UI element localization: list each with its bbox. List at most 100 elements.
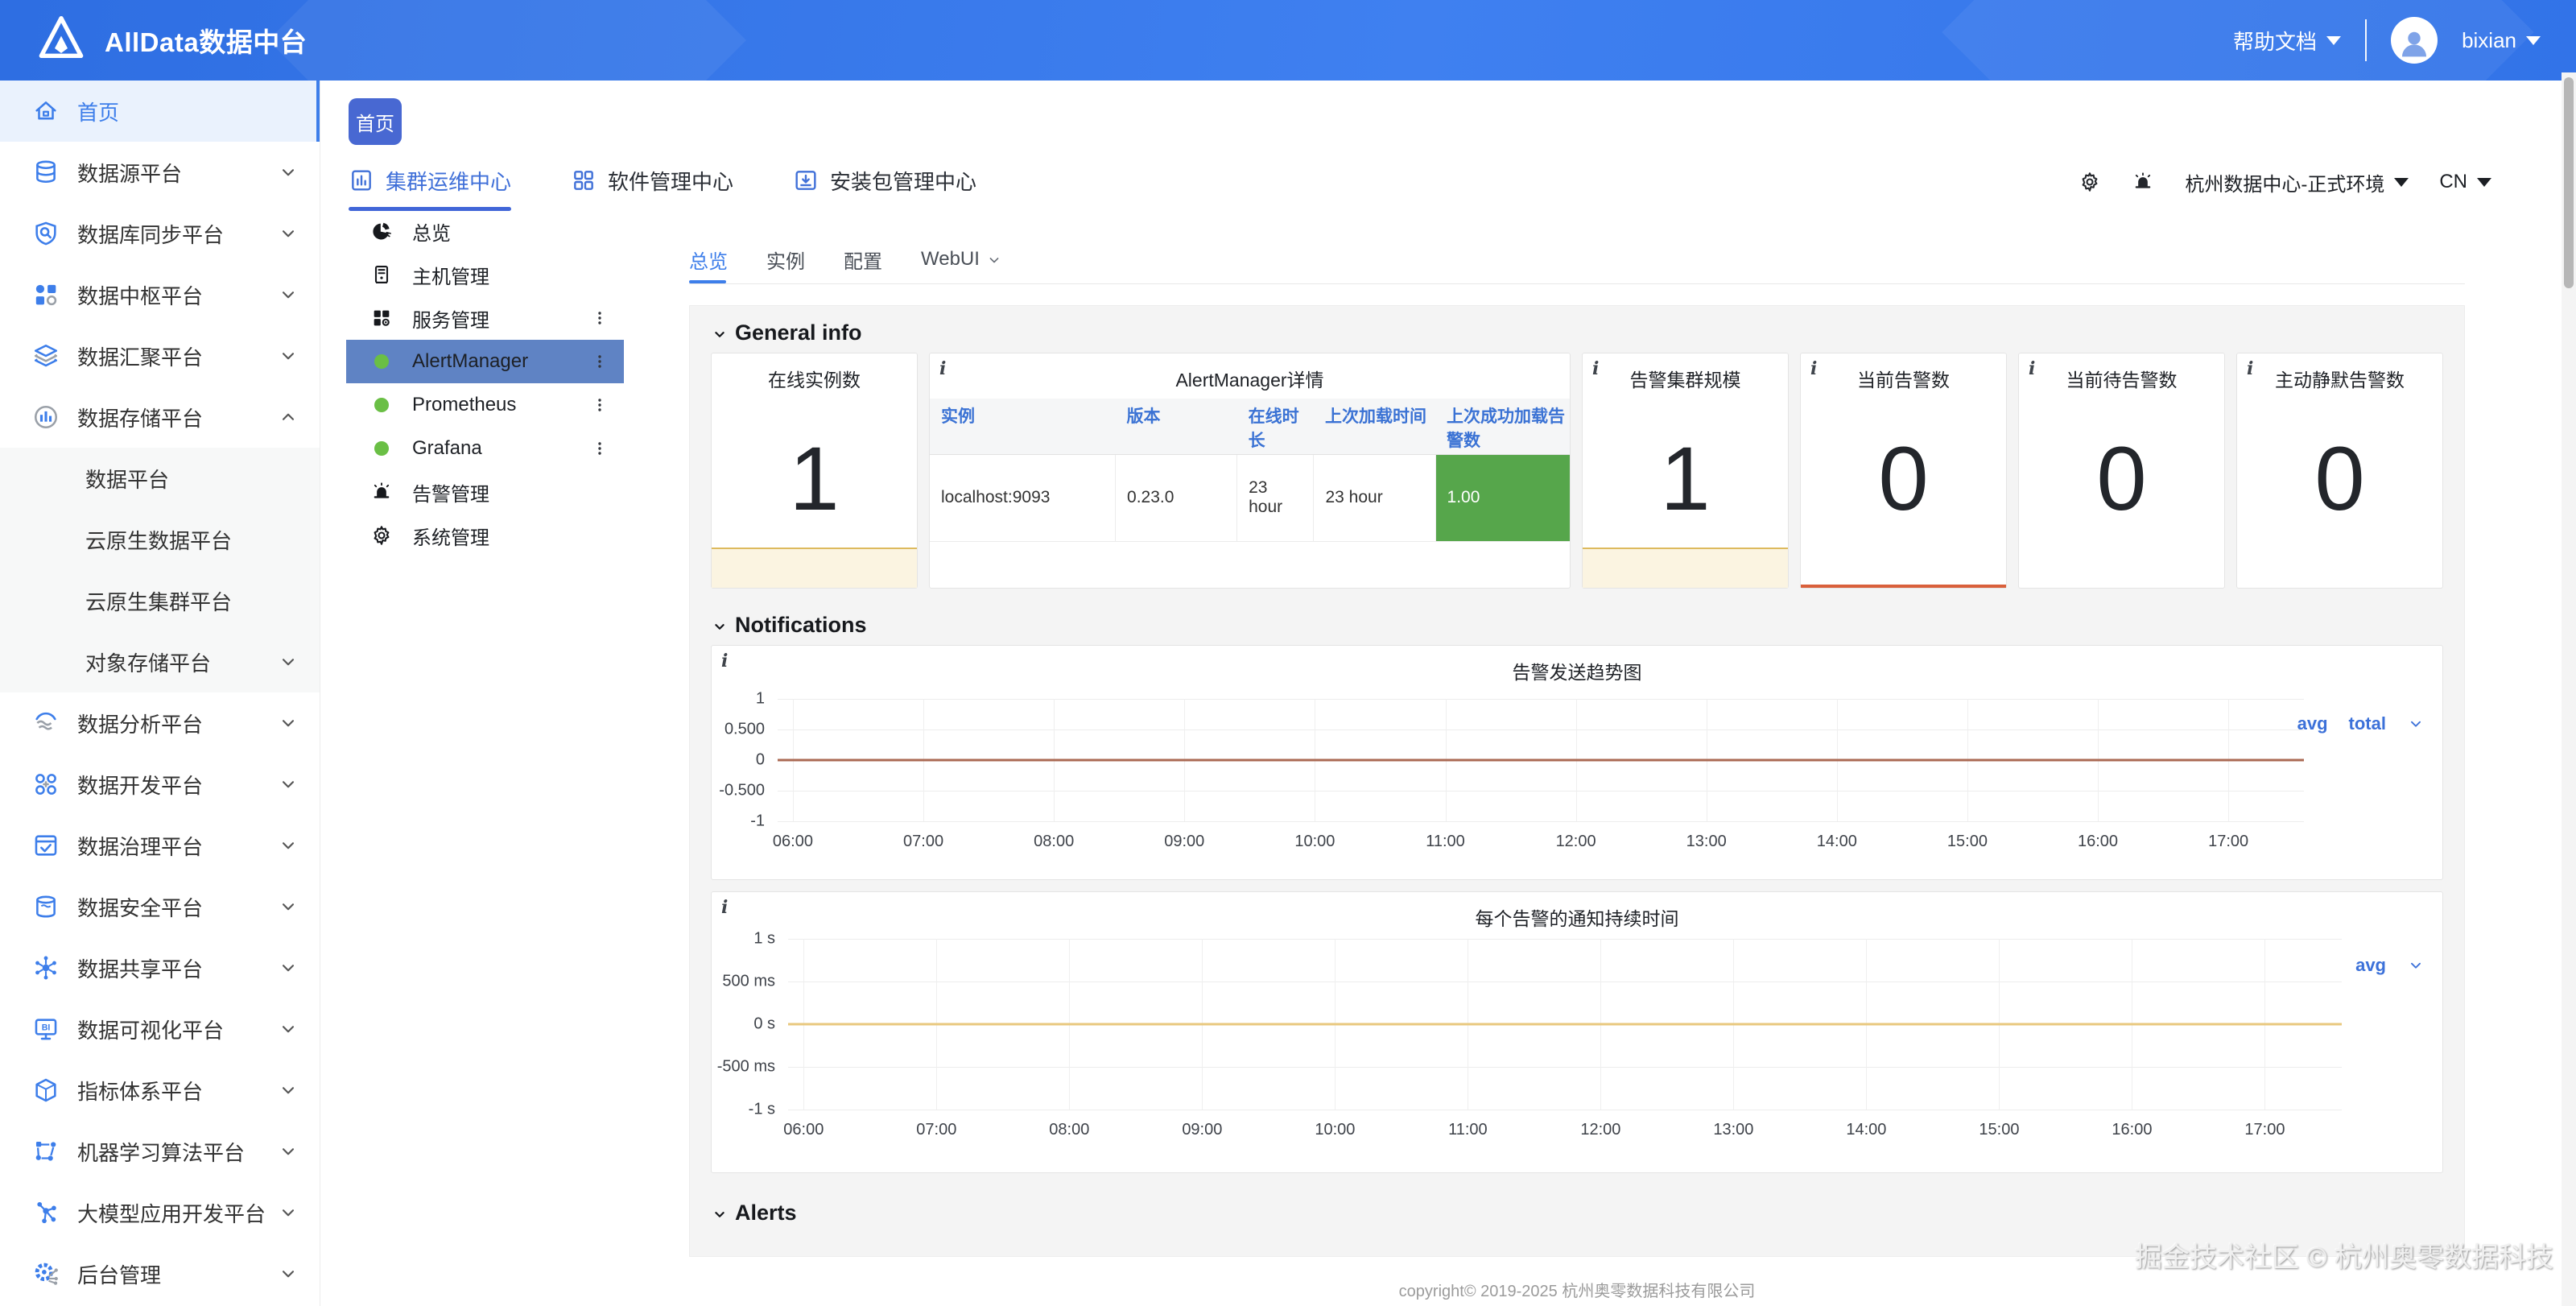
sidebar-item[interactable]: 大模型应用开发平台 <box>0 1182 320 1243</box>
chev-down-icon <box>278 162 299 183</box>
section-general-info[interactable]: General info <box>711 316 2443 349</box>
sidebar-item-label: 后台管理 <box>77 1259 278 1289</box>
service-menu-item[interactable]: 告警管理 <box>346 470 624 514</box>
workspace-controls: 杭州数据中心-正式环境 CN <box>2079 159 2491 205</box>
x-axis-tick-label: 06:00 <box>783 1121 824 1139</box>
table-column-header[interactable]: 上次加载时间 <box>1314 399 1435 454</box>
brand: AllData数据中台 <box>35 13 307 68</box>
table-column-header[interactable]: 版本 <box>1116 399 1237 454</box>
more-vert-icon[interactable] <box>590 352 609 371</box>
table-cell: 23 hour <box>1314 454 1435 541</box>
module-tab[interactable]: 软件管理中心 <box>571 159 733 205</box>
sidebar-item[interactable]: 数据治理平台 <box>0 815 320 876</box>
sidebar-item[interactable]: 云原生数据平台 <box>0 509 320 570</box>
sidebar-item[interactable]: 数据中枢平台 <box>0 264 320 325</box>
sidebar-item[interactable]: BI数据可视化平台 <box>0 998 320 1060</box>
sidebar-item[interactable]: 数据平台 <box>0 448 320 509</box>
x-axis-tick-label: 14:00 <box>1817 833 1857 851</box>
chev-down-icon[interactable] <box>2407 957 2425 974</box>
table-panel: AlertManager详情实例版本在线时长上次加载时间上次成功加载告警数loc… <box>929 353 1571 589</box>
sidebar-item[interactable]: 后台管理 <box>0 1243 320 1304</box>
settings-gear-icon[interactable] <box>2079 171 2101 193</box>
module-tab[interactable]: 集群运维中心 <box>349 159 511 205</box>
service-menu-item[interactable]: 服务管理 <box>346 296 624 340</box>
table-column-header[interactable]: 上次成功加载告警数 <box>1435 399 1570 454</box>
service-menu-item[interactable]: 主机管理 <box>346 253 624 296</box>
stat-panel: 当前告警数0 <box>1800 353 2007 589</box>
legend-item[interactable]: avg <box>2355 955 2386 976</box>
sidebar-item[interactable]: 数据开发平台 <box>0 754 320 815</box>
grafana-dashboard: General info 在线实例数1AlertManager详情实例版本在线时… <box>689 305 2465 1257</box>
home-tag-button[interactable]: 首页 <box>349 98 402 145</box>
info-icon[interactable] <box>721 651 728 672</box>
scrollbar-thumb[interactable] <box>2564 77 2574 288</box>
status-dot-icon <box>374 441 389 456</box>
chart-series-line <box>788 1023 2342 1026</box>
sidebar-item-label: 对象存储平台 <box>85 647 278 677</box>
service-menu-item[interactable]: 系统管理 <box>346 514 624 557</box>
service-menu-item[interactable]: Prometheus <box>346 383 624 427</box>
info-icon[interactable] <box>2029 358 2035 379</box>
stat-value: 0 <box>2237 434 2442 524</box>
section-alerts[interactable]: Alerts <box>711 1196 2443 1230</box>
stat-value: 1 <box>1583 434 1788 524</box>
info-icon[interactable] <box>1810 358 1817 379</box>
sidebar-item[interactable]: 数据分析平台 <box>0 692 320 754</box>
module-tab[interactable]: 安装包管理中心 <box>793 159 976 205</box>
info-icon[interactable] <box>939 358 946 379</box>
sidebar-item[interactable]: 首页 <box>0 81 320 142</box>
user-avatar[interactable] <box>2391 17 2438 64</box>
sidebar-item[interactable]: 数据汇聚平台 <box>0 325 320 386</box>
more-vert-icon[interactable] <box>590 439 609 458</box>
sidebar-item[interactable]: 数据存储平台 <box>0 386 320 448</box>
sidebar-item[interactable]: 数据源平台 <box>0 142 320 203</box>
y-axis-tick-label: 0 <box>712 751 765 770</box>
table-column-header-label: 上次加载时间 <box>1325 405 1435 429</box>
section-chevron-icon <box>711 616 729 634</box>
sidebar-item[interactable]: 云原生集群平台 <box>0 570 320 631</box>
detail-tab[interactable]: 总览 <box>689 235 728 283</box>
detail-tab[interactable]: 实例 <box>766 235 805 283</box>
sidebar-item[interactable]: 指标体系平台 <box>0 1060 320 1121</box>
section-notifications[interactable]: Notifications <box>711 608 2443 642</box>
y-axis-tick-label: -0.500 <box>712 782 765 800</box>
x-axis-tick-label: 17:00 <box>2244 1121 2285 1139</box>
more-vert-icon[interactable] <box>590 395 609 415</box>
sidebar-item-label: 机器学习算法平台 <box>77 1137 278 1167</box>
chev-down-icon <box>278 1263 299 1284</box>
sidebar-item[interactable]: 对象存储平台 <box>0 631 320 692</box>
table-column-header[interactable]: 在线时长 <box>1237 399 1314 454</box>
service-menu-item[interactable]: AlertManager <box>346 340 624 383</box>
table-column-header-label: 上次成功加载告警数 <box>1447 405 1570 454</box>
sidebar-item[interactable]: 数据共享平台 <box>0 937 320 998</box>
table-column-header[interactable]: 实例 <box>930 399 1116 454</box>
datacenter-env-selector[interactable]: 杭州数据中心-正式环境 <box>2185 168 2409 196</box>
legend-item[interactable]: total <box>2349 713 2386 734</box>
table-column-header-label: 版本 <box>1127 405 1237 429</box>
detail-tab[interactable]: 配置 <box>844 235 882 283</box>
user-menu[interactable]: bixian <box>2462 28 2541 53</box>
language-selector[interactable]: CN <box>2439 171 2491 193</box>
sidebar-item[interactable]: 数据安全平台 <box>0 876 320 937</box>
x-axis-tick-label: 09:00 <box>1164 833 1204 851</box>
info-icon[interactable] <box>1592 358 1599 379</box>
help-doc-menu[interactable]: 帮助文档 <box>2233 26 2341 56</box>
service-menu-item[interactable]: 总览 <box>346 209 624 253</box>
x-axis-tick-label: 10:00 <box>1315 1121 1355 1139</box>
info-icon[interactable] <box>2247 358 2253 379</box>
legend-item[interactable]: avg <box>2297 713 2328 734</box>
service-menu-item[interactable]: Grafana <box>346 427 624 470</box>
detail-tab[interactable]: WebUI <box>921 235 1002 283</box>
sidebar-item[interactable]: 数据库同步平台 <box>0 203 320 264</box>
alert-siren-icon[interactable] <box>2132 171 2154 193</box>
stat-footer-strip <box>1801 585 2006 588</box>
alertmanager-table: 实例版本在线时长上次加载时间上次成功加载告警数localhost:90930.2… <box>930 399 1570 542</box>
chev-down-icon <box>278 1202 299 1223</box>
info-icon[interactable] <box>721 897 728 918</box>
chev-down-icon[interactable] <box>2407 715 2425 733</box>
sidebar-item-label: 数据安全平台 <box>77 892 278 922</box>
govern-check-icon <box>32 832 60 859</box>
more-vert-icon[interactable] <box>590 308 609 328</box>
sidebar-item[interactable]: 机器学习算法平台 <box>0 1121 320 1182</box>
sidebar-item-label: 数据治理平台 <box>77 831 278 861</box>
